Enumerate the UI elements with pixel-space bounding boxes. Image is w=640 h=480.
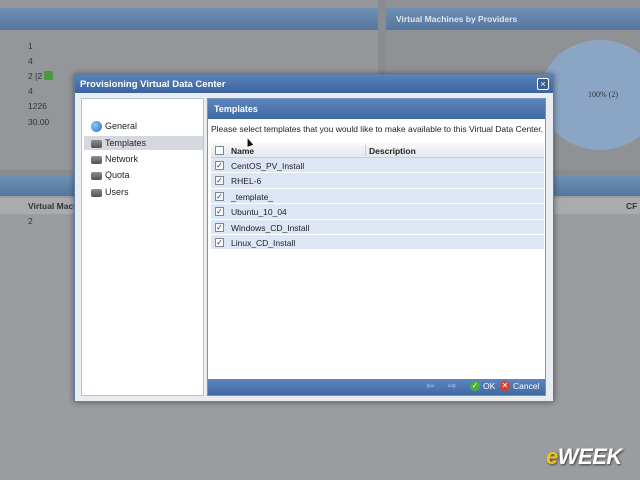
wizard-nav: General Templates Network Quota Users (81, 98, 204, 396)
nav-item-templates[interactable]: Templates (84, 136, 203, 150)
template-row[interactable]: ✓ Windows_CD_Install (211, 219, 544, 235)
stat-value: 4 (28, 86, 33, 96)
stats-panel-header (0, 8, 378, 30)
nav-item-label: General (105, 121, 138, 131)
templates-instructions: Please select templates that you would l… (211, 124, 543, 134)
checkmark-icon: ✓ (470, 381, 480, 391)
nav-item-quota[interactable]: Quota (84, 168, 203, 182)
back-arrow-icon[interactable]: ⇦ (426, 382, 434, 392)
template-name: CentOS_PV_Install (231, 161, 305, 171)
check-badge-icon (44, 71, 54, 80)
drive-icon (91, 156, 102, 164)
nav-item-network[interactable]: Network (84, 152, 203, 166)
ok-label: OK (483, 381, 496, 391)
globe-icon (91, 120, 102, 132)
dialog-footer: ⇦ ⇨ ✓ OK ✕ Cancel (208, 379, 545, 395)
templates-panel-title: Templates (214, 104, 258, 114)
drive-icon (91, 172, 102, 180)
forward-arrow-icon[interactable]: ⇨ (448, 382, 456, 392)
dialog-title-bar: Provisioning Virtual Data Center × (75, 75, 553, 93)
template-name: Ubuntu_10_04 (231, 207, 287, 218)
drive-icon (91, 140, 102, 148)
cancel-icon: ✕ (500, 381, 510, 391)
close-icon[interactable]: × (537, 78, 549, 90)
column-divider[interactable] (365, 145, 366, 156)
ok-button[interactable]: ✓ OK (470, 381, 495, 391)
template-row[interactable]: ✓ _template_ (211, 188, 544, 205)
template-name: Linux_CD_Install (231, 237, 296, 248)
cancel-button[interactable]: ✕ Cancel (500, 381, 539, 391)
vm-column-label: Virtual Machi (28, 201, 81, 211)
template-checkbox[interactable]: ✓ (215, 237, 224, 247)
vm-row-value: 2 (28, 216, 33, 226)
cf-column-label: CF (626, 201, 638, 211)
nav-item-label: Network (105, 154, 139, 164)
templates-panel: Templates Please select templates that y… (207, 98, 546, 396)
stat-value-with-badge: 2 [2 (28, 71, 54, 81)
template-row[interactable]: ✓ Ubuntu_10_04 (211, 204, 544, 220)
template-name: _template_ (231, 191, 274, 202)
template-name: RHEL-6 (231, 176, 262, 187)
template-checkbox[interactable]: ✓ (215, 161, 224, 170)
templates-panel-header: Templates (208, 99, 545, 119)
stat-value: 1 (28, 41, 33, 51)
template-rows: ✓ CentOS_PV_Install ✓ RHEL-6 ✓ _template_ ✓ Ubu… (211, 158, 544, 251)
eweek-watermark: eWEEK (546, 444, 622, 469)
template-checkbox[interactable]: ✓ (215, 222, 224, 232)
nav-item-general[interactable]: General (84, 119, 203, 133)
nav-item-label: Quota (105, 170, 130, 180)
dialog-title: Provisioning Virtual Data Center (80, 79, 226, 90)
stat-value: 1226 (28, 101, 47, 111)
template-checkbox[interactable]: ✓ (215, 176, 224, 186)
pie-label: 100% (2) (588, 90, 618, 99)
stat-value: 30.00 (28, 117, 50, 127)
provisioning-dialog: Provisioning Virtual Data Center × Gener… (74, 74, 554, 402)
nav-item-label: Templates (105, 138, 147, 148)
name-column-header[interactable]: Name (231, 146, 254, 156)
providers-panel-title: Virtual Machines by Providers (396, 14, 518, 24)
template-checkbox[interactable]: ✓ (215, 191, 224, 201)
templates-grid: Name Description ✓ CentOS_PV_Install ✓ RHEL… (211, 143, 544, 251)
template-name: Windows_CD_Install (231, 222, 310, 233)
template-row[interactable]: ✓ RHEL-6 (211, 173, 544, 189)
drive-icon (91, 189, 102, 197)
nav-item-users[interactable]: Users (84, 185, 203, 199)
grid-header: Name Description (211, 143, 544, 158)
stat-value: 4 (28, 56, 33, 66)
template-checkbox[interactable]: ✓ (215, 207, 224, 217)
nav-item-label: Users (105, 187, 129, 197)
select-all-checkbox[interactable] (215, 146, 224, 155)
cancel-label: Cancel (513, 381, 540, 391)
template-row[interactable]: ✓ Linux_CD_Install (211, 234, 544, 251)
template-row[interactable]: ✓ CentOS_PV_Install (211, 158, 544, 174)
description-column-header[interactable]: Description (369, 146, 416, 156)
